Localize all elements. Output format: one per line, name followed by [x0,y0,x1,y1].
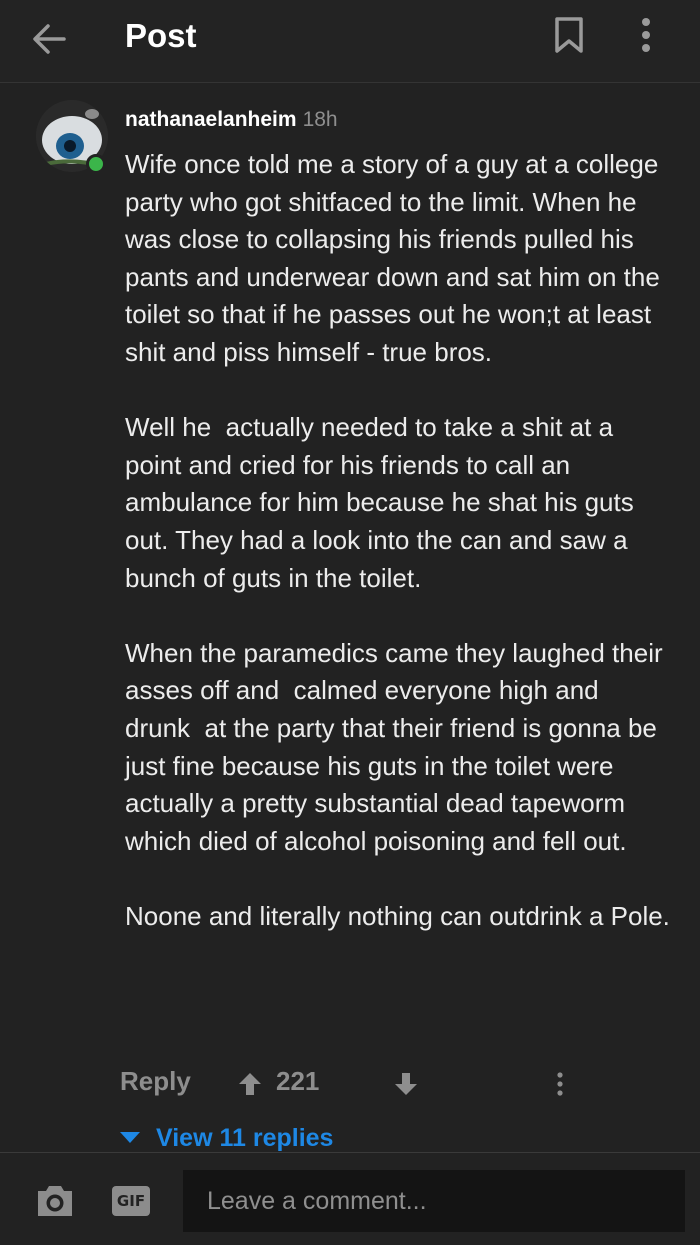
upvote-arrow-icon[interactable] [236,1070,264,1098]
downvote-arrow-icon[interactable] [392,1070,420,1098]
view-replies-link[interactable]: View 11 replies [120,1122,333,1154]
reply-button[interactable]: Reply [120,1066,191,1097]
comment-more-icon[interactable] [550,1068,570,1100]
upvote-count: 221 [276,1066,320,1096]
comment-time: 18h [302,108,338,131]
comment-body: Wife once told me a story of a guy at a … [125,146,670,935]
comment-meta: nathanaelanheim 18h [125,106,338,134]
view-replies-label: View 11 replies [156,1124,334,1152]
comment-paragraph: Wife once told me a story of a guy at a … [125,149,668,367]
more-vertical-icon[interactable] [632,14,660,56]
comment-input[interactable] [183,1170,685,1232]
comment-actions: Reply 221 [120,1062,680,1106]
comment-paragraph: Well he actually needed to take a shit a… [125,412,641,593]
comment-author[interactable]: nathanaelanheim [125,108,297,131]
page-title: Post [125,17,197,54]
back-arrow-icon[interactable] [28,17,72,61]
gif-icon[interactable]: GIF [112,1186,150,1216]
online-status-dot [86,154,106,174]
caret-down-icon [120,1131,140,1143]
camera-icon[interactable] [34,1183,76,1219]
bookmark-icon[interactable] [550,14,588,56]
comment-paragraph: Noone and literally nothing can outdrink… [125,900,670,931]
comment-paragraph: When the paramedics came they laughed th… [125,637,670,856]
top-app-bar: Post [0,0,700,83]
comment-composer-bar: GIF [0,1152,700,1245]
